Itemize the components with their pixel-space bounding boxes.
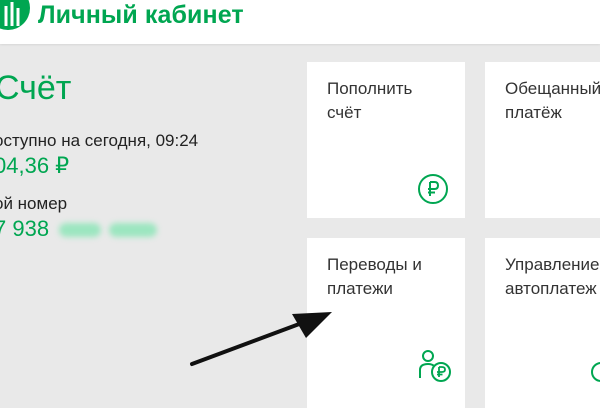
tile-top-up[interactable]: Пополнить счёт bbox=[307, 62, 465, 218]
phone-number-prefix: 7 938 bbox=[0, 216, 50, 241]
app-title: Личный кабинет bbox=[38, 1, 244, 29]
tile-top-up-label: Пополнить счёт bbox=[327, 79, 413, 122]
phone-number-blur bbox=[109, 223, 158, 238]
phone-number-blur bbox=[59, 223, 102, 238]
tile-promised-payment[interactable]: Обещанный платёж bbox=[485, 62, 600, 218]
person-ruble-icon bbox=[419, 350, 451, 382]
header: Личный кабинет bbox=[0, 0, 600, 44]
autopayment-icon bbox=[591, 362, 600, 382]
phone-number-label: ой номер bbox=[0, 194, 68, 213]
phone-number: 7 938 bbox=[0, 216, 158, 242]
megafon-logo-icon[interactable] bbox=[0, 0, 30, 30]
tile-transfers-payments-label: Переводы и платежи bbox=[327, 255, 422, 298]
ruble-icon bbox=[418, 174, 448, 204]
tile-autopayment-label: Управление автоплатеж bbox=[505, 255, 600, 298]
tile-transfers-payments[interactable]: Переводы и платежи bbox=[307, 238, 465, 408]
available-label: оступно на сегодня, 09:24 bbox=[0, 131, 199, 150]
account-title: Счёт bbox=[0, 69, 72, 107]
tile-autopayment[interactable]: Управление автоплатеж bbox=[485, 238, 600, 408]
balance-value: 04,36 ₽ bbox=[0, 153, 70, 178]
tile-promised-payment-label: Обещанный платёж bbox=[505, 79, 600, 122]
